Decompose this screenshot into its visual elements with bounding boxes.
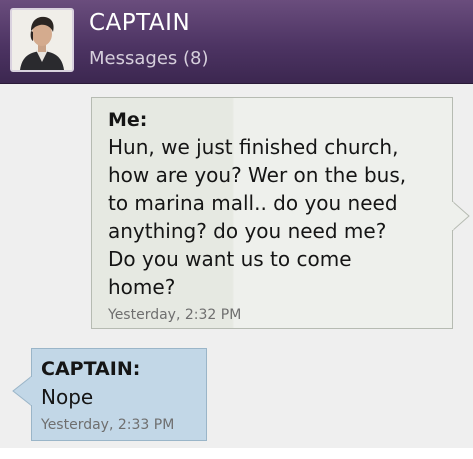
- message-sender: Me:: [108, 109, 148, 131]
- message-sender: CAPTAIN:: [41, 358, 141, 380]
- person-photo-icon: [12, 10, 72, 70]
- contact-name: CAPTAIN: [89, 10, 191, 36]
- message-timestamp: Yesterday, 2:32 PM: [108, 307, 242, 323]
- bubble-tail-right-icon: [452, 201, 470, 231]
- message-line: anything? do you need me?: [108, 219, 387, 243]
- message-line: to marina mall.. do you need: [108, 191, 398, 215]
- incoming-message-bubble[interactable]: CAPTAIN: Nope Yesterday, 2:33 PM: [31, 348, 207, 441]
- message-body: Nope: [41, 383, 201, 411]
- message-body: Hun, we just finished church, how are yo…: [108, 133, 443, 301]
- message-count: Messages (8): [89, 48, 209, 69]
- bubble-tail-left-icon: [12, 376, 32, 406]
- message-timestamp: Yesterday, 2:33 PM: [41, 417, 175, 433]
- outgoing-message-bubble[interactable]: Me: Hun, we just finished church, how ar…: [91, 97, 453, 329]
- message-line: Do you want us to come: [108, 247, 352, 271]
- message-line: how are you? Wer on the bus,: [108, 163, 407, 187]
- conversation-header: CAPTAIN Messages (8): [0, 0, 473, 84]
- contact-avatar[interactable]: [10, 8, 74, 72]
- message-line: Hun, we just finished church,: [108, 135, 399, 159]
- message-line: Nope: [41, 385, 94, 409]
- message-line: home?: [108, 275, 176, 299]
- message-thread[interactable]: Me: Hun, we just finished church, how ar…: [0, 84, 473, 459]
